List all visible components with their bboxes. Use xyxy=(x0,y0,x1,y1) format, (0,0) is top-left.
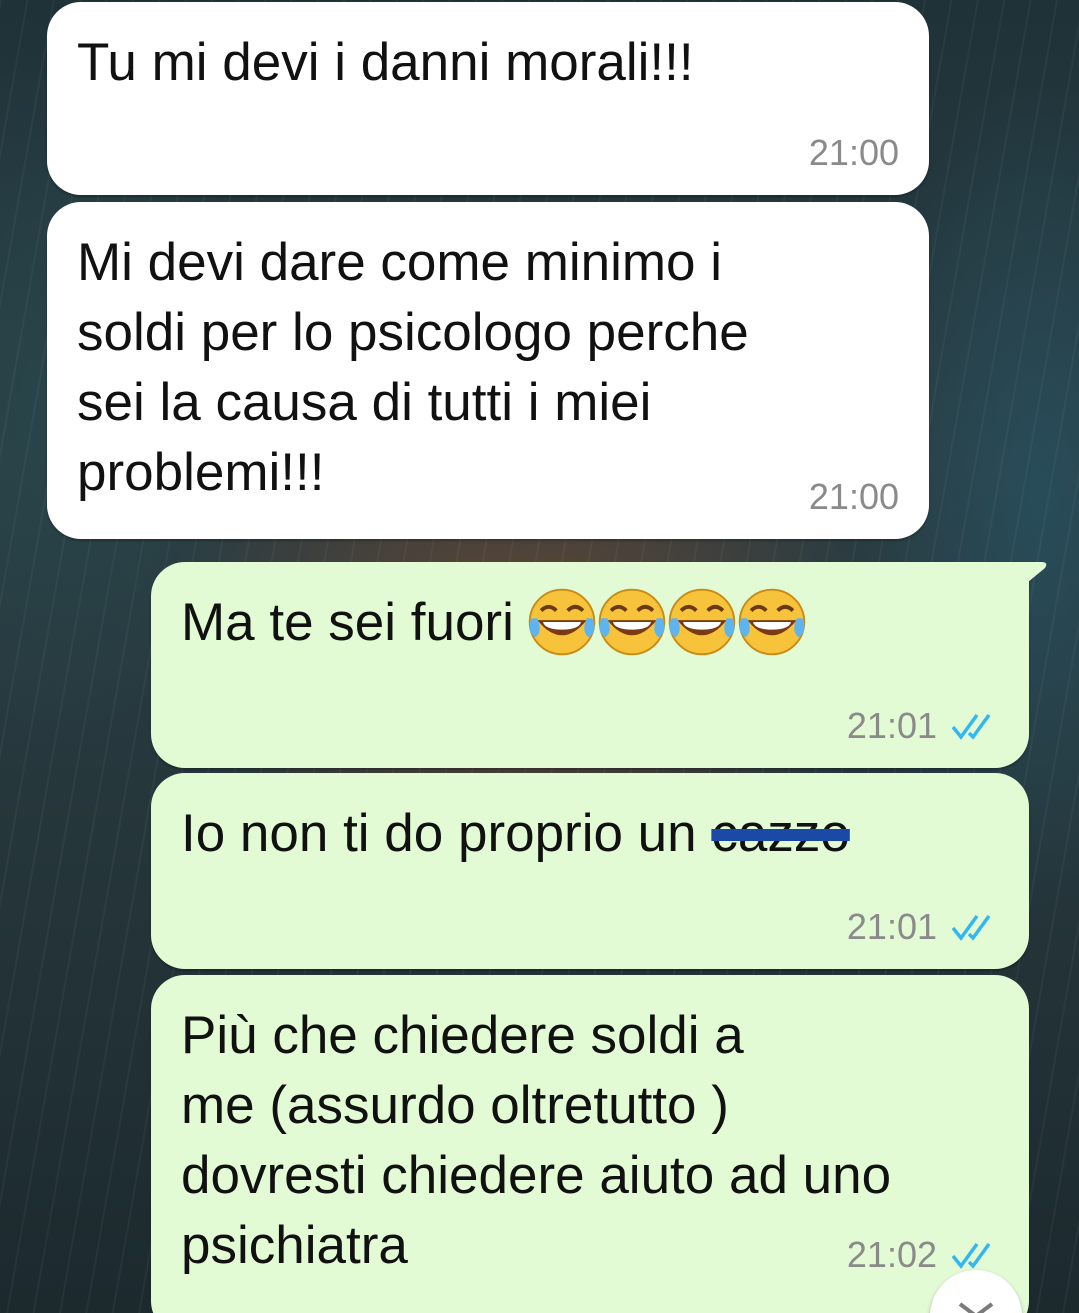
message-meta: 21:00 xyxy=(809,477,899,517)
bubble-tail xyxy=(1011,562,1047,596)
message-bubble-incoming[interactable]: Mi devi dare come minimo i soldi per lo … xyxy=(47,202,929,539)
message-text: Ma te sei fuori xyxy=(181,593,514,652)
scroll-to-bottom-button[interactable] xyxy=(930,1270,1022,1313)
chat-view[interactable]: Tu mi devi i danni morali!!! 21:00 Mi de… xyxy=(0,0,1079,1313)
message-time: 21:01 xyxy=(846,906,937,947)
double-check-read-icon xyxy=(951,914,991,941)
message-text-row: Io non ti do proprio un cazzo xyxy=(181,799,999,869)
tears-of-joy-emoji-icon xyxy=(668,588,736,656)
message-meta: 21:01 xyxy=(847,907,999,947)
tears-of-joy-emoji-icon xyxy=(598,588,666,656)
censored-word: cazzo xyxy=(711,804,850,863)
message-bubble-outgoing[interactable]: Più che chiedere soldi a me (assurdo olt… xyxy=(151,975,1029,1313)
message-text: Io non ti do proprio un xyxy=(181,804,697,863)
message-time: 21:02 xyxy=(846,1234,937,1275)
tears-of-joy-emoji-icon xyxy=(738,588,806,656)
double-check-read-icon xyxy=(951,713,991,740)
message-time: 21:01 xyxy=(846,705,937,746)
message-meta: 21:00 xyxy=(809,133,899,173)
message-bubble-incoming[interactable]: Tu mi devi i danni morali!!! 21:00 xyxy=(47,2,929,195)
message-time: 21:00 xyxy=(808,476,899,517)
emoji-group xyxy=(524,584,806,660)
message-meta: 21:02 xyxy=(847,1235,999,1275)
message-bubble-outgoing[interactable]: Io non ti do proprio un cazzo 21:01 xyxy=(151,773,1029,969)
tears-of-joy-emoji-icon xyxy=(528,588,596,656)
double-check-read-icon xyxy=(951,1242,991,1269)
message-meta: 21:01 xyxy=(847,706,999,746)
message-text: Tu mi devi i danni morali!!! xyxy=(77,33,694,92)
message-time: 21:00 xyxy=(808,132,899,173)
chevron-down-icon xyxy=(958,1302,994,1313)
message-text-row: Ma te sei fuori xyxy=(181,588,999,664)
message-text: Mi devi dare come minimo i soldi per lo … xyxy=(77,233,749,502)
message-bubble-outgoing[interactable]: Ma te sei fuori 21:01 xyxy=(151,562,1047,768)
